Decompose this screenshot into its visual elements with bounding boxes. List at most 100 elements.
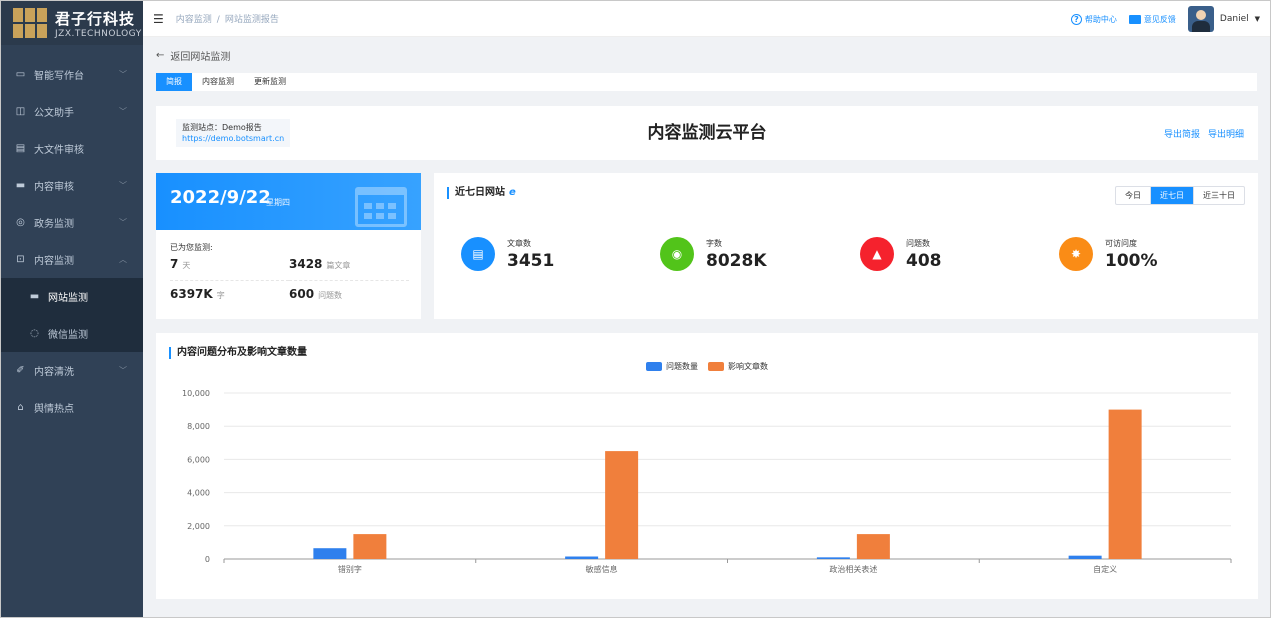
logo: 君子行科技 JZX.TECHNOLOGY [1,1,143,45]
issue-distribution-chart: 内容问题分布及影响文章数量 问题数量 影响文章数 0 2,000 4,000 6,00… [156,333,1258,599]
x-tick-label: 错别字 [338,564,362,574]
file-icon: ▤ [15,143,26,154]
back-label: 返回网站监测 [170,51,231,63]
sidebar-item-writing[interactable]: ▭ 智能写作台 ﹀ [1,56,143,93]
chevron-down-icon: ﹀ [119,181,127,190]
eye-icon: ◉ [660,237,694,271]
menu-toggle-icon[interactable]: ☰ [153,12,164,26]
export-brief-link[interactable]: 导出简报 [1164,127,1200,140]
metric-accessibility: ✸ 可访问度 100% [1059,237,1158,271]
mail-icon [1128,14,1141,24]
chevron-up-icon: ︿ [119,255,127,264]
range-today[interactable]: 今日 [1116,187,1150,204]
sidebar-item-label: 公文助手 [34,108,74,119]
bar-affected-articles [353,534,387,559]
y-tick-label: 6,000 [187,455,210,464]
site-info: 监测站点：Demo报告 https://demo.botsmart.cn [176,119,291,147]
sidebar-item-bigfile[interactable]: ▤ 大文件审核 [1,130,143,167]
back-link[interactable]: ← 返回网站监测 [156,37,1257,73]
help-label: 帮助中心 [1084,14,1117,24]
sidebar-item-label: 内容审核 [34,182,74,193]
app-window: 君子行科技 JZX.TECHNOLOGY ▭ 智能写作台 ﹀ ◫ 公文助手 ﹀ … [0,0,1271,618]
breadcrumb-item[interactable]: 内容监测 [176,15,212,25]
sidebar-item-doc-assistant[interactable]: ◫ 公文助手 ﹀ [1,93,143,130]
bar-affected-articles [1108,409,1142,559]
metric-label: 字数 [706,238,722,248]
sidebar-item-gov-monitor[interactable]: ◎ 政务监测 ﹀ [1,204,143,241]
tab-brief[interactable]: 简报 [156,73,192,91]
metric-label: 问题数 [906,238,930,248]
brand-sub: JZX.TECHNOLOGY [55,28,142,39]
y-tick-label: 0 [205,555,210,564]
caret-down-icon[interactable]: ▼ [1255,15,1260,23]
alarm-icon: ▲ [860,237,894,271]
y-tick-label: 10,000 [182,389,210,398]
site-url[interactable]: https://demo.botsmart.cn [182,133,284,144]
calendar-icon [355,187,407,227]
avatar[interactable] [1187,6,1214,32]
export-detail-link[interactable]: 导出明细 [1208,127,1244,140]
sidebar-item-label: 内容清洗 [34,367,74,378]
bar-affected-articles [605,451,639,559]
document-icon: ◫ [15,106,26,117]
range-30days[interactable]: 近三十日 [1193,187,1244,204]
sidebar-item-content-clean[interactable]: ✐ 内容清洗 ﹀ [1,352,143,389]
sidebar-item-content-review[interactable]: ▬ 内容审核 ﹀ [1,167,143,204]
sidebar-item-label: 政务监测 [34,219,74,230]
sidebar-item-label: 智能写作台 [34,71,84,82]
stat-issues-value: 600 [289,287,315,301]
topbar: ☰ 内容监测 / 网站监测报告 ? 帮助中心 意见反馈 Daniel ▼ [143,1,1270,37]
metric-label: 文章数 [507,238,531,248]
weekday: 星期四 [266,198,290,207]
screen-icon: ▬ [29,291,40,302]
chat-icon: ◌ [30,328,39,339]
chart-plot: 0 2,000 4,000 6,000 8,000 10,000 错别字 敏感信息 政治相关表述… [182,389,1232,574]
sidebar-item-website-monitor[interactable]: ▬ 网站监测 [1,278,143,315]
sidebar-item-label: 微信监测 [48,330,88,341]
sidebar-item-hotspot[interactable]: ⌂ 舆情热点 [1,389,143,426]
article-icon: ▤ [461,237,495,271]
bank-icon: ⌂ [17,402,24,413]
logo-mark-icon [13,8,47,38]
user-name[interactable]: Daniel [1220,14,1249,24]
weekly-site-card: 近七日网站 e 今日 近七日 近三十日 ▤ 文章数 3451 ◉ 字数 8028K ▲… [434,173,1258,319]
section-title: 近七日网站 e [447,187,516,199]
chevron-down-icon: ﹀ [119,366,127,375]
sidebar-item-content-monitor[interactable]: ⊡ 内容监测 ︿ [1,241,143,278]
breadcrumb-current: 网站监测报告 [224,15,279,25]
tab-content-monitor[interactable]: 内容监测 [192,73,244,91]
globe-icon: ◎ [16,217,25,228]
sidebar-item-wechat-monitor[interactable]: ◌ 微信监测 [1,315,143,352]
sidebar-item-label: 网站监测 [48,293,88,304]
date-card: 2022/9/22 星期四 已为您监测: 7天 3428 篇文章 6397K 字 6… [156,173,421,319]
sidebar: 君子行科技 JZX.TECHNOLOGY ▭ 智能写作台 ﹀ ◫ 公文助手 ﹀ … [1,1,143,617]
submenu-content-monitor: ▬ 网站监测 ◌ 微信监测 [1,278,143,352]
stat-words-unit: 字 [216,291,225,300]
bar-issue-count [565,556,599,559]
site-label: 监测站点：Demo报告 [182,123,262,132]
help-link[interactable]: ? 帮助中心 [1070,13,1117,25]
monitor-check-icon: ⊡ [16,254,25,265]
stat-articles-value: 3428 [289,257,323,271]
brand-name: 君子行科技 [55,9,136,28]
y-tick-label: 8,000 [187,422,210,431]
monitor-icon: ▭ [15,69,26,80]
x-tick-label: 政治相关表述 [829,564,877,574]
y-tick-label: 2,000 [187,522,210,531]
metric-issues: ▲ 问题数 408 [860,237,942,271]
metric-label: 可访问度 [1105,238,1137,248]
sidebar-item-label: 内容监测 [34,256,74,267]
stat-issues-unit: 问题数 [318,291,343,300]
bar-issue-count [313,548,347,559]
metric-value: 408 [906,250,942,271]
sidebar-item-label: 舆情热点 [34,404,74,415]
feedback-link[interactable]: 意见反馈 [1128,14,1176,25]
tab-update-monitor[interactable]: 更新监测 [244,73,296,91]
range-7days[interactable]: 近七日 [1150,187,1193,204]
metric-words: ◉ 字数 8028K [660,237,767,271]
bar-issue-count [1068,555,1102,559]
x-tick-label: 自定义 [1093,564,1117,574]
metric-value: 3451 [507,250,555,271]
tab-bar: 简报 内容监测 更新监测 [156,73,1257,91]
date-value: 2022/9/22 [170,187,271,208]
